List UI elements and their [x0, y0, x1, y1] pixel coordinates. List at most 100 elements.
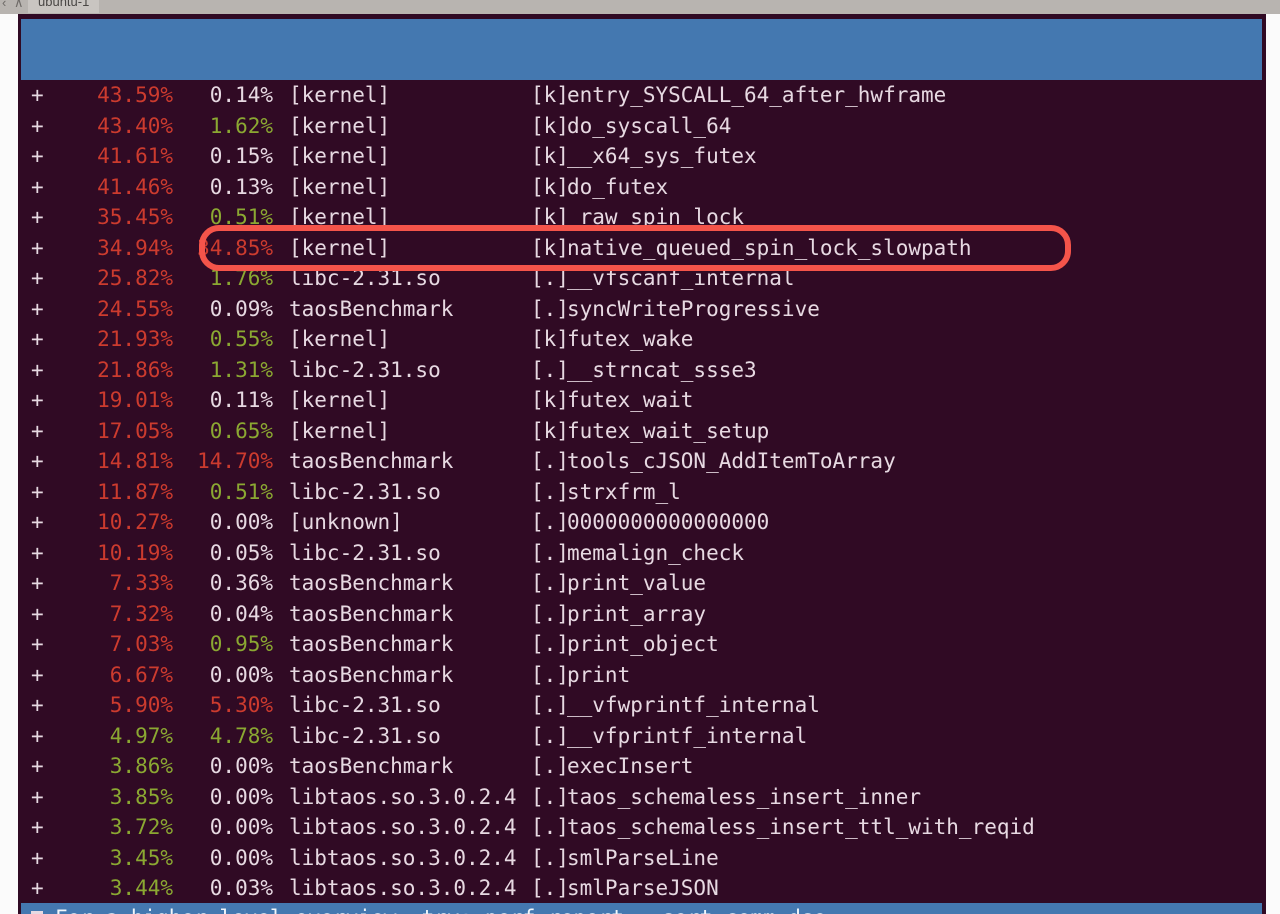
- cell-dso: [k]: [531, 235, 569, 260]
- cell-object: taosBenchmark: [289, 662, 454, 687]
- table-row[interactable]: +3.45% 0.00% libtaos.so.3.0.2.4 [.]smlParse…: [21, 843, 1266, 874]
- expand-toggle[interactable]: +: [21, 873, 63, 904]
- cell-children: 7.33%: [109, 571, 173, 595]
- cell-self: 0.05%: [209, 540, 273, 565]
- table-row[interactable]: +25.82% 1.76% libc-2.31.so [.]__vfscanf_int…: [21, 263, 1266, 294]
- cell-self: 14.70%: [197, 449, 273, 473]
- cell-object: libtaos.so.3.0.2.4: [289, 815, 517, 839]
- table-row[interactable]: +11.87% 0.51% libc-2.31.so [.]strxfrm_l: [21, 477, 1266, 508]
- cell-self: 1.76%: [209, 266, 273, 290]
- expand-toggle[interactable]: +: [21, 294, 63, 325]
- table-row[interactable]: +10.27% 0.00% [unknown] [.]0000000000000000: [21, 507, 1266, 538]
- cell-object: [kernel]: [289, 388, 391, 412]
- expand-toggle[interactable]: +: [21, 843, 63, 874]
- cell-symbol: taos_schemaless_insert_ttl_with_reqid: [567, 815, 1035, 839]
- cell-object: libtaos.so.3.0.2.4: [289, 784, 517, 809]
- cell-self: 0.11%: [209, 388, 273, 412]
- expand-toggle[interactable]: +: [21, 751, 63, 782]
- cell-self: 0.00%: [209, 815, 273, 839]
- table-row[interactable]: +43.59% 0.14% [kernel] [k]entry_SYSCALL_64_…: [21, 80, 1266, 111]
- cell-self: 0.00%: [209, 662, 273, 687]
- table-row[interactable]: +3.85% 0.00% libtaos.so.3.0.2.4 [.]taos_sch…: [21, 782, 1266, 813]
- cell-symbol: entry_SYSCALL_64_after_hwframe: [567, 83, 947, 107]
- table-row[interactable]: +3.72% 0.00% libtaos.so.3.0.2.4 [.]taos_sch…: [21, 812, 1266, 843]
- cell-object: [kernel]: [289, 113, 391, 138]
- expand-toggle[interactable]: +: [21, 812, 63, 843]
- cell-self: 0.36%: [209, 571, 273, 595]
- table-row[interactable]: +43.40% 1.62% [kernel] [k]do_syscall_64: [21, 111, 1266, 142]
- cell-children: 43.40%: [97, 113, 173, 138]
- expand-toggle[interactable]: +: [21, 385, 63, 416]
- expand-toggle[interactable]: +: [21, 477, 63, 508]
- expand-toggle[interactable]: +: [21, 263, 63, 294]
- cell-children: 35.45%: [97, 205, 173, 229]
- expand-toggle[interactable]: +: [21, 446, 63, 477]
- table-row[interactable]: +19.01% 0.11% [kernel] [k]futex_wait: [21, 385, 1266, 416]
- table-row[interactable]: +17.05% 0.65% [kernel] [k]futex_wait_setup: [21, 416, 1266, 447]
- table-row[interactable]: +24.55% 0.09% taosBenchmark [.]syncWritePro…: [21, 294, 1266, 325]
- cell-symbol: print_array: [567, 601, 707, 626]
- table-row[interactable]: +41.46% 0.13% [kernel] [k]do_futex: [21, 172, 1266, 203]
- cell-object: taosBenchmark: [289, 754, 454, 778]
- expand-toggle[interactable]: +: [21, 324, 63, 355]
- expand-toggle[interactable]: +: [21, 660, 63, 691]
- table-row[interactable]: +34.94% 34.85% [kernel] [k]native_queued_sp…: [21, 233, 1266, 264]
- expand-toggle[interactable]: +: [21, 599, 63, 630]
- table-row[interactable]: +21.86% 1.31% libc-2.31.so [.]__strncat_sss…: [21, 355, 1266, 386]
- cell-self: 0.00%: [209, 784, 273, 809]
- chevron-up-icon[interactable]: ∧: [14, 0, 24, 14]
- expand-toggle[interactable]: +: [21, 172, 63, 203]
- status-bar: For a higher level overview, try: perf r…: [21, 903, 1262, 914]
- table-row[interactable]: +3.44% 0.03% libtaos.so.3.0.2.4 [.]smlParse…: [21, 873, 1266, 904]
- window-tab-ubuntu[interactable]: ubuntu-1: [28, 0, 100, 13]
- expand-toggle[interactable]: +: [21, 141, 63, 172]
- cell-self: 0.15%: [209, 144, 273, 168]
- expand-toggle[interactable]: +: [21, 111, 63, 142]
- cell-object: libc-2.31.so: [289, 723, 441, 748]
- table-row[interactable]: +6.67% 0.00% taosBenchmark [.]print: [21, 660, 1266, 691]
- cell-dso: [.]: [531, 754, 569, 778]
- cell-children: 17.05%: [97, 418, 173, 443]
- table-row[interactable]: +7.03% 0.95% taosBenchmark [.]print_object: [21, 629, 1266, 660]
- expand-toggle[interactable]: +: [21, 568, 63, 599]
- expand-toggle[interactable]: +: [21, 690, 63, 721]
- back-arrow-icon[interactable]: ‹: [2, 0, 6, 14]
- cell-dso: [k]: [531, 327, 569, 351]
- table-row[interactable]: +7.33% 0.36% taosBenchmark [.]print_value: [21, 568, 1266, 599]
- cell-object: libc-2.31.so: [289, 357, 441, 382]
- table-row[interactable]: +21.93% 0.55% [kernel] [k]futex_wake: [21, 324, 1266, 355]
- expand-toggle[interactable]: +: [21, 507, 63, 538]
- expand-toggle[interactable]: +: [21, 202, 63, 233]
- table-row[interactable]: +14.81% 14.70% taosBenchmark [.]tools_cJSON…: [21, 446, 1266, 477]
- perf-report-rows: +43.59% 0.14% [kernel] [k]entry_SYSCALL_64_…: [21, 80, 1266, 904]
- expand-toggle[interactable]: +: [21, 416, 63, 447]
- table-row[interactable]: +4.97% 4.78% libc-2.31.so [.]__vfprintf_int…: [21, 721, 1266, 752]
- cell-dso: [.]: [531, 632, 569, 656]
- cell-self: 0.13%: [209, 174, 273, 199]
- cell-dso: [.]: [531, 815, 569, 839]
- table-row[interactable]: +10.19% 0.05% libc-2.31.so [.]memalign_chec…: [21, 538, 1266, 569]
- cell-children: 6.67%: [109, 662, 173, 687]
- cell-object: taosBenchmark: [289, 632, 454, 656]
- cell-symbol: memalign_check: [567, 540, 745, 565]
- cell-symbol: 0000000000000000: [567, 510, 770, 534]
- cell-dso: [.]: [531, 784, 569, 809]
- cell-children: 41.46%: [97, 174, 173, 199]
- table-row[interactable]: +7.32% 0.04% taosBenchmark [.]print_array: [21, 599, 1266, 630]
- table-row[interactable]: +41.61% 0.15% [kernel] [k]__x64_sys_futex: [21, 141, 1266, 172]
- table-row[interactable]: +5.90% 5.30% libc-2.31.so [.]__vfwprintf_in…: [21, 690, 1266, 721]
- cell-dso: [k]: [531, 174, 569, 199]
- cell-symbol: __vfprintf_internal: [567, 723, 808, 748]
- expand-toggle[interactable]: +: [21, 782, 63, 813]
- expand-toggle[interactable]: +: [21, 538, 63, 569]
- table-row[interactable]: +35.45% 0.51% [kernel] [k]_raw_spin_lock: [21, 202, 1266, 233]
- cell-object: libtaos.so.3.0.2.4: [289, 876, 517, 900]
- expand-toggle[interactable]: +: [21, 721, 63, 752]
- expand-toggle[interactable]: +: [21, 629, 63, 660]
- cell-children: 34.94%: [97, 235, 173, 260]
- expand-toggle[interactable]: +: [21, 80, 63, 111]
- table-row[interactable]: +3.86% 0.00% taosBenchmark [.]execInsert: [21, 751, 1266, 782]
- expand-toggle[interactable]: +: [21, 355, 63, 386]
- expand-toggle[interactable]: +: [21, 233, 63, 264]
- terminal-window[interactable]: Samples: 1M of event 'cycles', 4000 Hz, …: [18, 14, 1266, 914]
